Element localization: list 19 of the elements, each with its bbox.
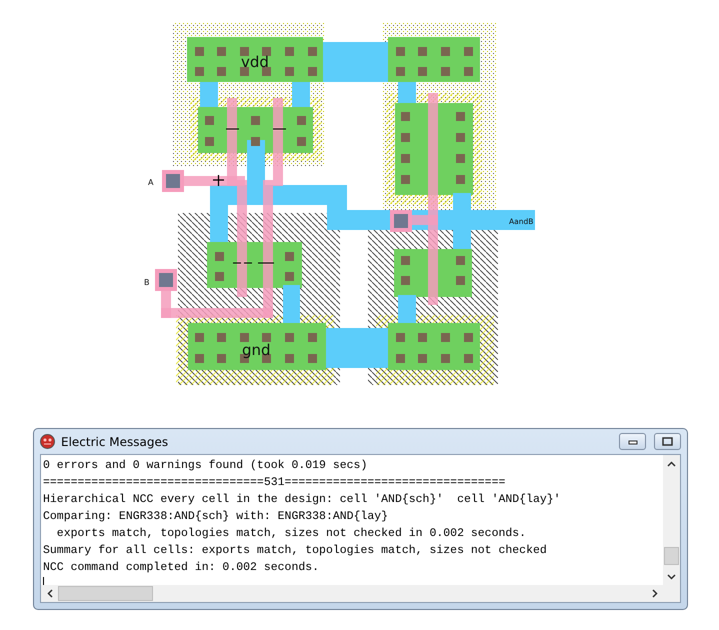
log-line: 0 errors and 0 warnings found (took 0.019 secs): [43, 458, 368, 474]
power-label: vdd: [241, 53, 269, 71]
input-label: B: [144, 278, 150, 287]
log-line: Summary for all cells: exports match, topologies match, sizes not checked: [43, 543, 547, 559]
restore-button[interactable]: [654, 433, 681, 450]
log-line: Comparing: ENGR338:AND{sch} with: ENGR338:AND{lay}: [43, 509, 388, 525]
scroll-thumb[interactable]: [664, 547, 679, 565]
log-line: NCC command completed in: 0.002 seconds.: [43, 560, 320, 576]
log-line: Hierarchical NCC every cell in the design: cell 'AND{sch}' cell 'AND{lay}': [43, 492, 561, 508]
app-icon: [40, 434, 55, 449]
scroll-thumb[interactable]: [58, 586, 153, 601]
minimize-button[interactable]: [619, 433, 646, 450]
minimize-icon: [628, 438, 638, 444]
window-title: Electric Messages: [61, 434, 170, 448]
input-label: A: [148, 178, 154, 187]
log-line: ================================531================================: [43, 475, 506, 491]
ground-label: gnd: [242, 341, 271, 359]
log-line: exports match, topologies match, sizes not checked in 0.002 seconds.: [56, 526, 526, 542]
restore-icon: [662, 437, 673, 446]
